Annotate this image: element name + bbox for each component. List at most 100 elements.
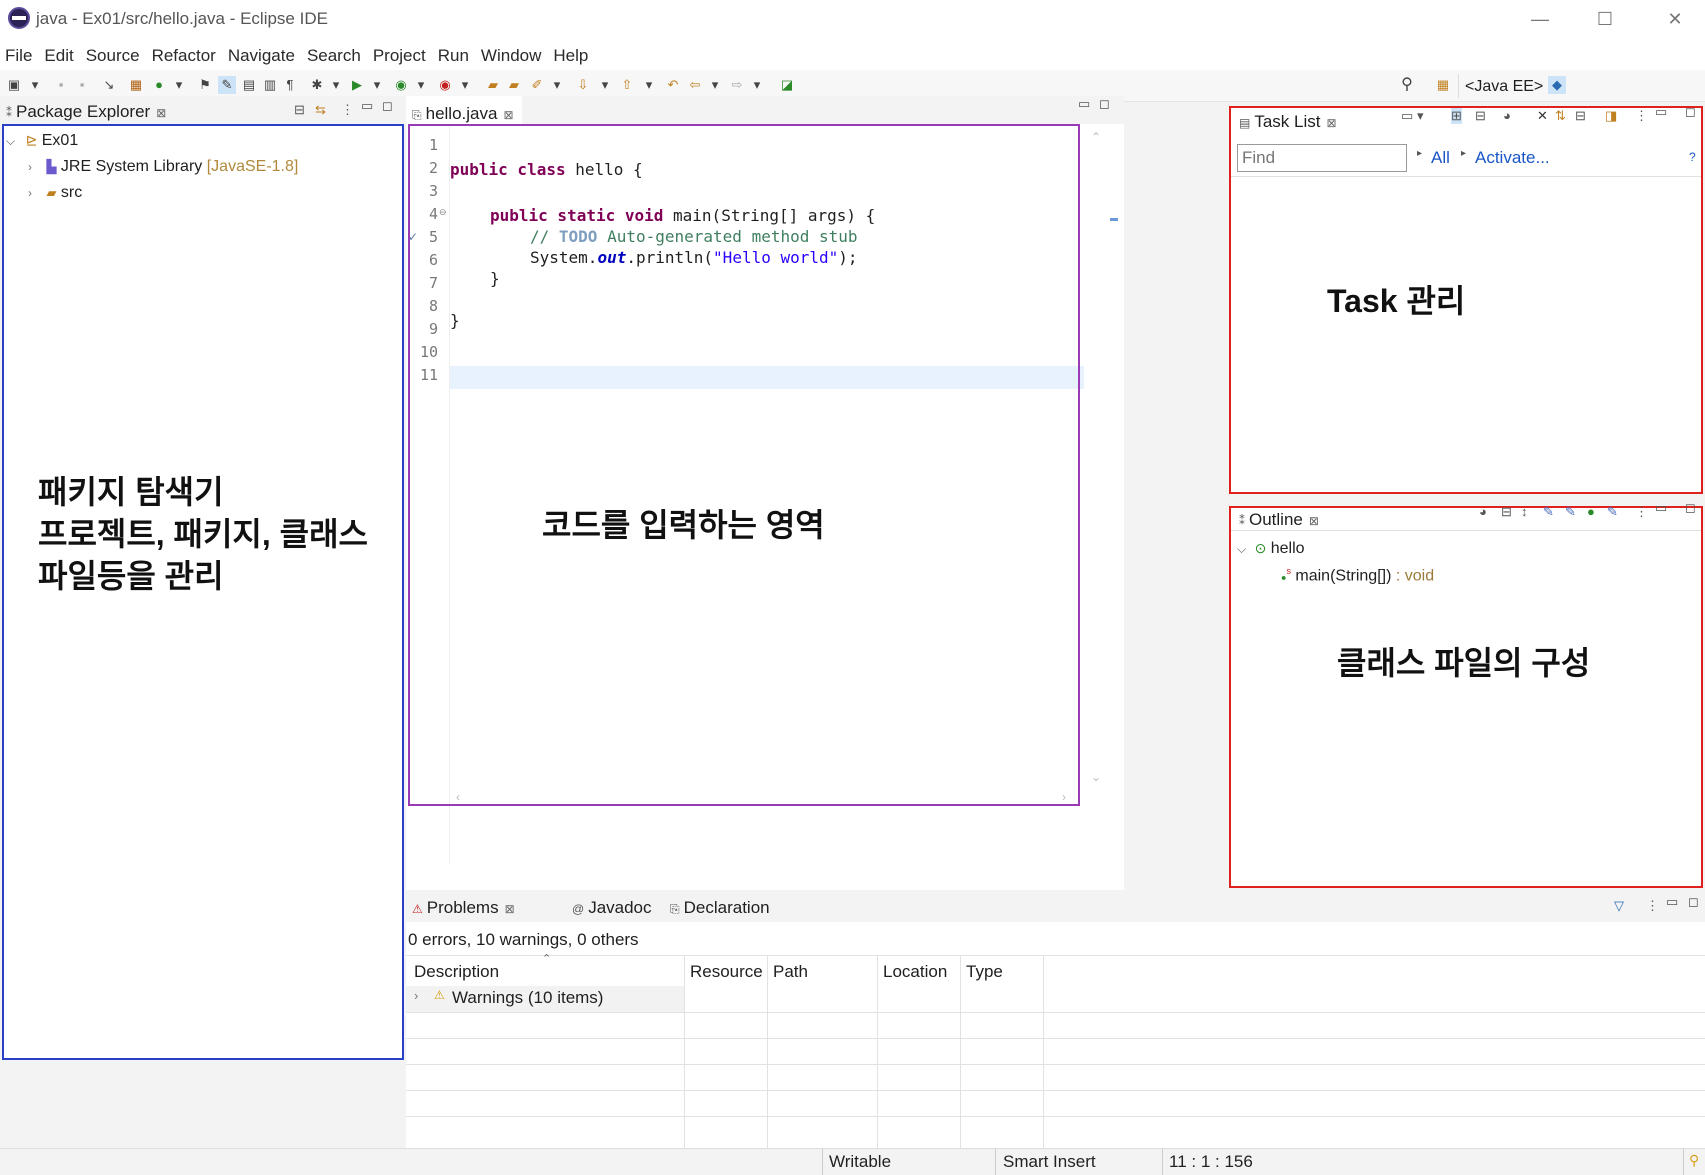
tab-javadoc[interactable]: @ Javadoc xyxy=(566,892,660,922)
coverage-dropdown-icon[interactable]: ▾ xyxy=(412,76,430,94)
tab-problems[interactable]: ⚠ Problems ⊠ xyxy=(406,892,523,922)
new-task-icon[interactable]: ▭ xyxy=(1401,108,1413,124)
hide-fields-icon[interactable]: ✎ xyxy=(1543,504,1554,520)
open-type-icon[interactable]: ⚑ xyxy=(196,76,214,94)
outline-item-class[interactable]: ⌵ ⊙ hello xyxy=(1237,540,1305,558)
tab-declaration[interactable]: ⎘ Declaration xyxy=(664,892,778,922)
tab-package-explorer[interactable]: ⁑ Package Explorer ⊠ xyxy=(0,96,174,126)
minimize-view-icon[interactable]: ▭ xyxy=(1666,894,1678,910)
vertical-scrollbar[interactable]: ⌃ ⌄ xyxy=(1088,124,1104,806)
hide-static-icon[interactable]: ✎ xyxy=(1565,504,1576,520)
scroll-left-icon[interactable]: ‹ xyxy=(456,790,460,804)
forward-icon[interactable]: ⇨ xyxy=(728,76,746,94)
expand-chevron-icon[interactable]: ⌵ xyxy=(6,134,15,148)
show-activity-icon[interactable]: ◨ xyxy=(1605,108,1617,124)
menu-run[interactable]: Run xyxy=(433,40,476,70)
sort-icon[interactable]: ↕ xyxy=(1521,504,1528,519)
collapse-all-icon[interactable]: ⊟ xyxy=(294,102,305,118)
collapse-all-icon[interactable]: ⊟ xyxy=(1501,504,1512,520)
scroll-right-icon[interactable]: › xyxy=(1062,790,1066,804)
block-selection-icon[interactable]: ▤ xyxy=(240,76,258,94)
collapsed-chevron-icon[interactable]: › xyxy=(414,988,418,1003)
close-icon[interactable]: ⊠ xyxy=(1309,514,1319,528)
minimize-view-icon[interactable]: ▭ xyxy=(361,98,373,114)
menu-refactor[interactable]: Refactor xyxy=(147,40,223,70)
tab-hello-java[interactable]: ⎘ hello.java ⊠ xyxy=(406,96,522,126)
new-class-icon[interactable]: ● xyxy=(150,76,168,94)
hide-local-types-icon[interactable]: ✎ xyxy=(1607,504,1618,520)
last-edit-icon[interactable]: ↶ xyxy=(664,76,682,94)
external-tools-icon[interactable]: ◉ xyxy=(436,76,454,94)
show-whitespace-icon[interactable]: ¶ xyxy=(281,76,299,94)
next-annotation-dropdown-icon[interactable]: ▾ xyxy=(596,76,614,94)
new-dropdown-icon[interactable]: ▾ xyxy=(26,76,44,94)
activate-link[interactable]: Activate... xyxy=(1475,148,1550,168)
horizontal-scrollbar[interactable]: ‹ › xyxy=(454,790,1076,806)
open-perspective-icon[interactable]: ▦ xyxy=(1434,76,1452,94)
column-header-type[interactable]: Type xyxy=(966,962,1003,982)
menu-navigate[interactable]: Navigate xyxy=(223,40,302,70)
filter-completed-icon[interactable]: ◕ xyxy=(1503,108,1511,123)
filter-icon[interactable]: ▽ xyxy=(1614,898,1624,914)
search-dropdown-icon[interactable]: ▾ xyxy=(548,76,566,94)
column-header-path[interactable]: Path xyxy=(773,962,808,982)
maximize-view-icon[interactable]: ◻ xyxy=(382,98,393,114)
previous-annotation-dropdown-icon[interactable]: ▾ xyxy=(640,76,658,94)
mark-occurrences-icon[interactable]: ✎ xyxy=(218,76,236,94)
tree-item-jre[interactable]: › ▙ JRE System Library [JavaSE-1.8] xyxy=(28,158,298,176)
perspective-java-ee[interactable]: <Java EE> xyxy=(1458,74,1549,98)
new-task-dropdown-icon[interactable]: ▾ xyxy=(1417,108,1424,124)
find-input[interactable] xyxy=(1237,144,1407,172)
collapse-all-icon[interactable]: ⊟ xyxy=(1575,108,1586,124)
view-menu-icon[interactable]: ⋮ xyxy=(341,102,354,118)
debug-dropdown-icon[interactable]: ▾ xyxy=(327,76,345,94)
menu-search[interactable]: Search xyxy=(302,40,368,70)
minimize-view-icon[interactable]: ▭ xyxy=(1078,96,1090,112)
menu-edit[interactable]: Edit xyxy=(39,40,80,70)
search-task-icon[interactable]: ✐ xyxy=(528,76,546,94)
view-menu-icon[interactable]: ⋮ xyxy=(1635,108,1648,124)
close-icon[interactable]: ⊠ xyxy=(1326,116,1336,130)
maximize-view-icon[interactable]: ◻ xyxy=(1685,500,1696,516)
scroll-down-icon[interactable]: ⌄ xyxy=(1091,770,1101,784)
forward-dropdown-icon[interactable]: ▾ xyxy=(748,76,766,94)
maximize-button[interactable]: ☐ xyxy=(1585,4,1625,34)
outline-item-method[interactable]: ●s main(String[]) : void xyxy=(1281,566,1434,585)
menu-source[interactable]: Source xyxy=(81,40,147,70)
link-with-editor-icon[interactable]: ⇆ xyxy=(315,102,326,118)
save-all-icon[interactable]: ▪ xyxy=(73,76,91,94)
tab-task-list[interactable]: ▤ Task List ⊠ xyxy=(1233,106,1345,136)
categorized-icon[interactable]: ⊞ xyxy=(1451,108,1462,124)
collapsed-chevron-icon[interactable]: › xyxy=(28,160,32,174)
run-icon[interactable]: ▶ xyxy=(348,76,366,94)
focus-icon[interactable]: ✕ xyxy=(1537,108,1548,124)
external-tools-dropdown-icon[interactable]: ▾ xyxy=(456,76,474,94)
tree-item-project[interactable]: ⌵ ⊵ Ex01 xyxy=(6,132,78,150)
maximize-view-icon[interactable]: ◻ xyxy=(1685,104,1696,120)
tip-lightbulb-icon[interactable]: ⚲ xyxy=(1689,1152,1699,1169)
help-icon[interactable]: ? xyxy=(1689,150,1696,164)
save-icon[interactable]: ▪ xyxy=(52,76,70,94)
editor-area[interactable]: 1 2 3 4 5 6 7 8 9 10 11 ⊖ ✓ public class… xyxy=(406,124,1124,890)
new-java-package-icon[interactable]: ▦ xyxy=(127,76,145,94)
column-header-description[interactable]: Description xyxy=(414,962,499,982)
scheduled-icon[interactable]: ⊟ xyxy=(1475,108,1486,124)
run-dropdown-icon[interactable]: ▾ xyxy=(368,76,386,94)
java-perspective-icon[interactable]: ◆ xyxy=(1548,76,1566,94)
close-icon[interactable]: ⊠ xyxy=(505,902,515,916)
collapsed-chevron-icon[interactable]: › xyxy=(28,186,32,200)
search-icon[interactable]: ⚲ xyxy=(1398,76,1416,94)
maximize-view-icon[interactable]: ◻ xyxy=(1099,96,1110,112)
new-class-dropdown-icon[interactable]: ▾ xyxy=(170,76,188,94)
back-dropdown-icon[interactable]: ▾ xyxy=(706,76,724,94)
next-annotation-icon[interactable]: ⇩ xyxy=(574,76,592,94)
overview-ruler-marker[interactable] xyxy=(1110,218,1118,221)
synchronize-icon[interactable]: ⇅ xyxy=(1555,108,1566,124)
maximize-view-icon[interactable]: ◻ xyxy=(1688,894,1699,910)
all-link[interactable]: All xyxy=(1431,148,1450,168)
word-wrap-icon[interactable]: ▥ xyxy=(261,76,279,94)
minimize-button[interactable]: — xyxy=(1520,4,1560,34)
menu-window[interactable]: Window xyxy=(476,40,548,70)
tree-item-src[interactable]: › ▰ src xyxy=(28,184,82,202)
focus-active-task-icon[interactable]: ◕ xyxy=(1479,504,1487,519)
